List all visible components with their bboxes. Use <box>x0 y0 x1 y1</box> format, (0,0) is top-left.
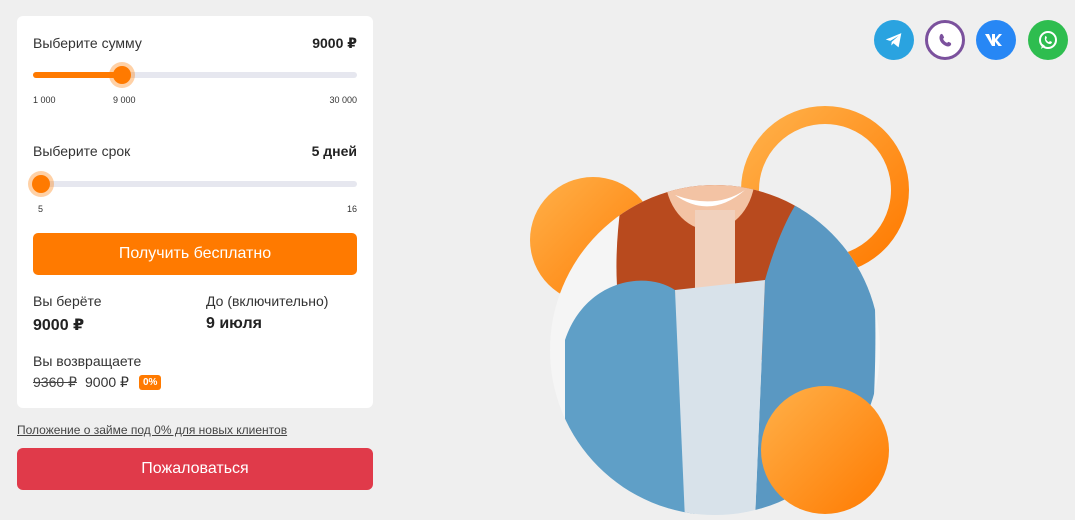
loan-terms-link[interactable]: Положение о займе под 0% для новых клиен… <box>17 423 287 437</box>
take-label: Вы берёте <box>33 293 102 309</box>
amount-max-tick: 30 000 <box>329 95 357 105</box>
vk-icon[interactable] <box>976 20 1016 60</box>
amount-value: 9000 ₽ <box>312 35 357 51</box>
term-value: 5 дней <box>311 143 357 159</box>
until-label: До (включительно) <box>206 293 329 309</box>
amount-mid-tick: 9 000 <box>113 95 136 105</box>
amount-slider-thumb[interactable] <box>109 62 136 88</box>
complaint-button[interactable]: Пожаловаться <box>17 448 373 490</box>
amount-label: Выберите сумму <box>33 35 142 51</box>
hero-image <box>530 106 909 515</box>
return-label: Вы возвращаете <box>33 353 142 369</box>
term-min-tick: 5 <box>38 204 44 214</box>
whatsapp-icon[interactable] <box>1028 20 1068 60</box>
amount-slider-track[interactable] <box>33 72 357 78</box>
term-max-tick: 16 <box>346 204 357 214</box>
take-value: 9000 ₽ <box>33 317 85 334</box>
get-loan-button[interactable]: Получить бесплатно <box>33 233 357 275</box>
term-slider-thumb[interactable] <box>28 171 54 197</box>
term-slider-track[interactable] <box>33 181 357 187</box>
return-new-price: 9000 ₽ <box>85 374 129 390</box>
telegram-icon[interactable] <box>874 20 914 60</box>
decor-circle-right <box>761 386 889 514</box>
until-value: 9 июля <box>206 315 262 332</box>
viber-icon[interactable] <box>925 20 965 60</box>
amount-min-tick: 1 000 <box>33 95 56 105</box>
discount-badge: 0% <box>139 375 162 390</box>
loan-calculator-card: Выберите сумму 9000 ₽ 1 000 9 000 30 000… <box>17 16 373 408</box>
return-old-price: 9360 ₽ <box>33 374 77 390</box>
term-label: Выберите срок <box>33 143 131 159</box>
